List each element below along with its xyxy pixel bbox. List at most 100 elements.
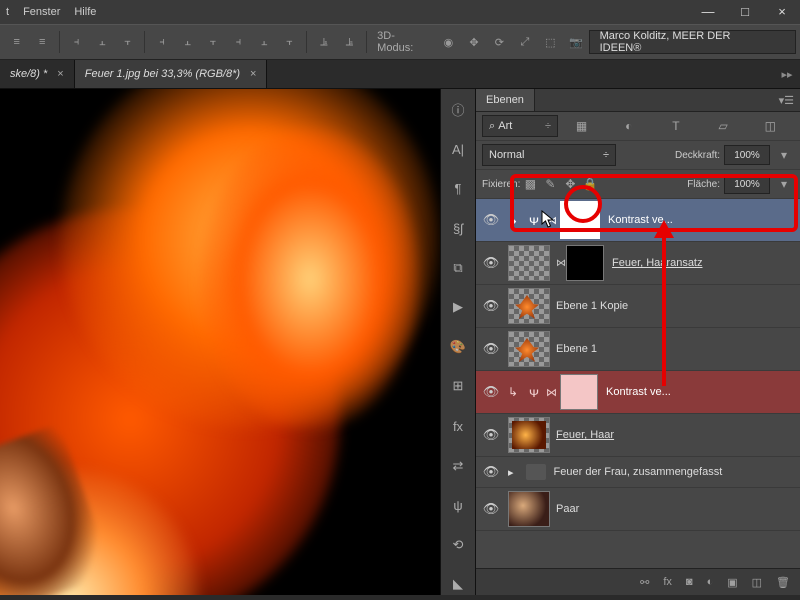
layer-name[interactable]: Paar [556, 503, 579, 515]
close-icon[interactable]: × [250, 68, 256, 80]
new-group-icon[interactable]: ▣ [727, 576, 737, 589]
play-icon[interactable]: ▶ [447, 297, 469, 319]
distribute-icon[interactable]: ⫟ [279, 31, 300, 53]
visibility-icon[interactable]: 👁 [482, 254, 500, 272]
layer-thumbnail[interactable] [508, 491, 550, 527]
3d-icon[interactable]: ⬚ [540, 31, 561, 53]
fx-icon[interactable]: fx [447, 415, 469, 437]
3d-icon[interactable]: 📷 [565, 31, 586, 53]
layer-row[interactable]: 👁 ↳ ᴪ ⋈ Kontrast ve... [476, 371, 800, 414]
blend-mode-dropdown[interactable]: Normal÷ [482, 144, 616, 166]
lock-transparency-icon[interactable]: ▩ [522, 176, 538, 192]
layer-row[interactable]: 👁 ↳ ᴪ ⋈ Kontrast ve... [476, 199, 800, 242]
chevron-down-icon[interactable]: ▾ [776, 147, 792, 163]
usb-icon[interactable]: ψ [447, 494, 469, 516]
panel-menu-icon[interactable]: ▾☰ [773, 94, 800, 107]
distribute-icon[interactable]: ⫠ [253, 31, 274, 53]
swatches-icon[interactable]: 🎨 [447, 336, 469, 358]
distribute-icon[interactable]: ⫞ [151, 31, 172, 53]
layer-name[interactable]: Ebene 1 [556, 343, 597, 355]
properties-icon[interactable]: ⇄ [447, 455, 469, 477]
menu-item-help[interactable]: Hilfe [74, 6, 96, 18]
text-styles-icon[interactable]: A| [447, 139, 469, 161]
distribute-icon[interactable]: ⫡ [339, 31, 360, 53]
link-layers-icon[interactable]: ⚯ [640, 576, 649, 589]
align-icon[interactable]: ⫟ [117, 31, 138, 53]
collapse-panels-icon[interactable]: ▸▸ [774, 65, 800, 83]
menu-item-window[interactable]: Fenster [23, 6, 60, 18]
layer-name[interactable]: Feuer, Haar [556, 429, 614, 441]
bookmark-icon[interactable]: ◣ [447, 573, 469, 595]
adjustments-icon[interactable]: ⊞ [447, 376, 469, 398]
canvas[interactable] [0, 89, 440, 595]
paragraph-icon[interactable]: ¶ [447, 178, 469, 200]
info-icon[interactable]: ⓘ [447, 99, 469, 121]
3d-icon[interactable]: ⤢ [514, 31, 535, 53]
visibility-icon[interactable]: 👁 [482, 297, 500, 315]
3d-icon[interactable]: ⟳ [489, 31, 510, 53]
layer-thumbnail[interactable] [508, 245, 550, 281]
clone-icon[interactable]: ⧉ [447, 257, 469, 279]
align-icon[interactable]: ≡ [6, 31, 27, 53]
distribute-icon[interactable]: ⫞ [228, 31, 249, 53]
document-tab[interactable]: Feuer 1.jpg bei 33,3% (RGB/8*)× [75, 60, 268, 88]
layer-thumbnail[interactable] [508, 288, 550, 324]
visibility-icon[interactable]: 👁 [482, 426, 500, 444]
history-icon[interactable]: ⟲ [447, 534, 469, 556]
layer-row[interactable]: 👁 ⋈ Feuer, Haaransatz [476, 242, 800, 285]
minimize-button[interactable]: — [690, 0, 726, 22]
new-layer-icon[interactable]: ◫ [752, 576, 762, 589]
distribute-icon[interactable]: ⫠ [177, 31, 198, 53]
filter-pixel-icon[interactable]: ▦ [574, 118, 590, 134]
layer-name[interactable]: Kontrast ve... [606, 386, 671, 398]
visibility-icon[interactable]: 👁 [482, 500, 500, 518]
brush-icon[interactable]: §ʃ [447, 218, 469, 240]
filter-smart-icon[interactable]: ◫ [762, 118, 778, 134]
layer-mask-thumbnail[interactable] [560, 374, 598, 410]
align-icon[interactable]: ⫞ [66, 31, 87, 53]
3d-icon[interactable]: ✥ [463, 31, 484, 53]
distribute-icon[interactable]: ⫡ [313, 31, 334, 53]
fill-input[interactable]: 100% [724, 174, 770, 194]
close-icon[interactable]: × [57, 68, 63, 80]
layer-name[interactable]: Feuer der Frau, zusammengefasst [554, 466, 723, 478]
visibility-icon[interactable]: 👁 [482, 463, 500, 481]
align-icon[interactable]: ≡ [31, 31, 52, 53]
opacity-input[interactable]: 100% [724, 145, 770, 165]
visibility-icon[interactable]: 👁 [482, 383, 500, 401]
distribute-icon[interactable]: ⫟ [202, 31, 223, 53]
workspace-dropdown[interactable]: Marco Kolditz, MEER DER IDEEN® [589, 30, 796, 54]
new-adjustment-icon[interactable]: ◐ [707, 576, 714, 588]
layer-mask-thumbnail[interactable] [560, 201, 600, 239]
align-icon[interactable]: ⫠ [91, 31, 112, 53]
layer-group-row[interactable]: 👁 ▸ Feuer der Frau, zusammengefasst [476, 457, 800, 488]
chevron-down-icon[interactable]: ▾ [776, 176, 792, 192]
disclosure-icon[interactable]: ▸ [508, 466, 514, 479]
layer-effects-icon[interactable]: fx [663, 576, 672, 588]
layer-row[interactable]: 👁 Feuer, Haar [476, 414, 800, 457]
3d-icon[interactable]: ◉ [438, 31, 459, 53]
layer-name[interactable]: Feuer, Haaransatz [612, 257, 703, 269]
filter-adjustment-icon[interactable]: ◐ [621, 118, 637, 134]
layer-name[interactable]: Ebene 1 Kopie [556, 300, 628, 312]
layer-row[interactable]: 👁 Ebene 1 Kopie [476, 285, 800, 328]
delete-layer-icon[interactable]: 🗑 [776, 576, 790, 589]
visibility-icon[interactable]: 👁 [482, 340, 500, 358]
document-tab[interactable]: ske/8) *× [0, 60, 75, 88]
layer-mask-thumbnail[interactable] [566, 245, 604, 281]
filter-shape-icon[interactable]: ▱ [715, 118, 731, 134]
visibility-icon[interactable]: 👁 [482, 211, 500, 229]
layer-filter-dropdown[interactable]: ⌕ Art ÷ [482, 115, 558, 137]
filter-type-icon[interactable]: T [668, 118, 684, 134]
close-button[interactable]: × [764, 0, 800, 22]
lock-position-icon[interactable]: ✥ [562, 176, 578, 192]
menu-item[interactable]: t [6, 6, 9, 18]
add-mask-icon[interactable]: ◙ [686, 576, 693, 588]
layers-tab[interactable]: Ebenen [476, 89, 535, 111]
layer-thumbnail[interactable] [508, 331, 550, 367]
lock-pixels-icon[interactable]: ✎ [542, 176, 558, 192]
restore-button[interactable]: □ [727, 0, 763, 22]
layer-row[interactable]: 👁 Ebene 1 [476, 328, 800, 371]
layer-thumbnail[interactable] [508, 417, 550, 453]
lock-all-icon[interactable]: 🔒 [582, 176, 598, 192]
